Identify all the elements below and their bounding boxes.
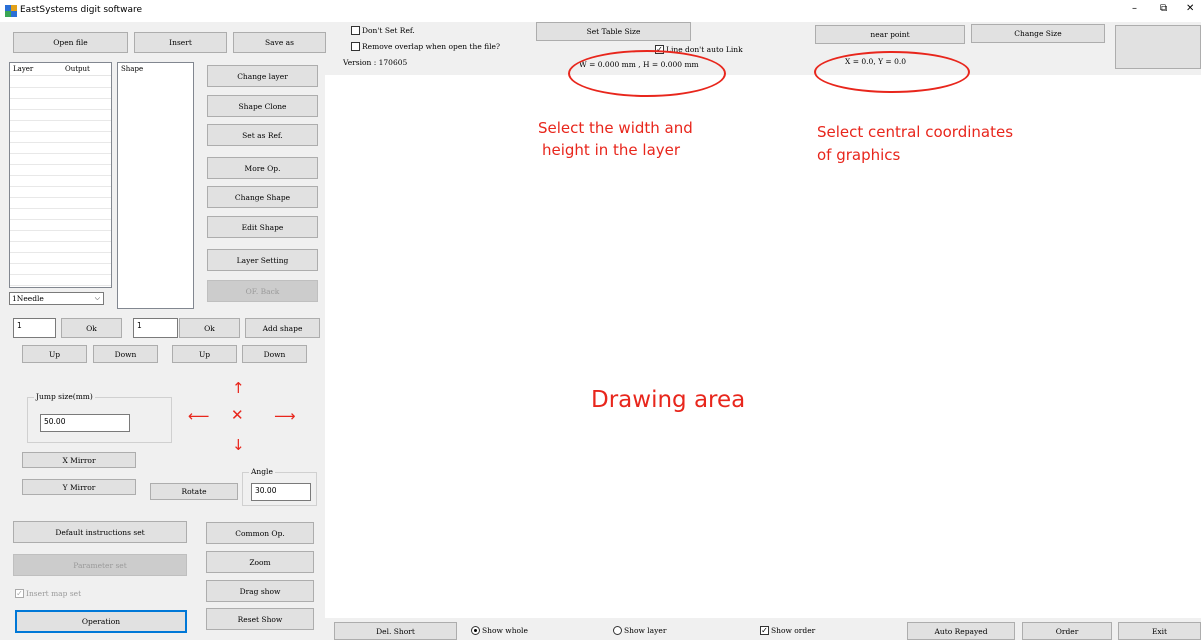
dont-set-ref-label: Don't Set Ref. <box>362 26 415 35</box>
set-as-ref-button[interactable]: Set as Ref. <box>207 124 318 146</box>
del-short-button[interactable]: Del. Short <box>334 622 457 640</box>
insert-map-set-checkbox[interactable]: ✓ Insert map set <box>15 589 81 598</box>
y-mirror-button[interactable]: Y Mirror <box>22 479 136 495</box>
app-logo-icon <box>5 5 17 17</box>
version-label: Version : 170605 <box>343 58 408 67</box>
dont-set-ref-checkbox[interactable]: Don't Set Ref. <box>351 26 415 35</box>
xy-highlight-ellipse <box>814 51 970 93</box>
width-height-annotation-line1: Select the width and <box>538 119 693 137</box>
layer-index-input[interactable]: 1 <box>13 318 56 338</box>
shape-ok-button[interactable]: Ok <box>179 318 240 338</box>
drawing-area-annotation: Drawing area <box>591 387 746 413</box>
shape-clone-button[interactable]: Shape Clone <box>207 95 318 117</box>
layer-list-rows <box>10 77 111 287</box>
parameter-set-button[interactable]: Parameter set <box>13 554 187 576</box>
zoom-button[interactable]: Zoom <box>206 551 314 573</box>
change-layer-button[interactable]: Change layer <box>207 65 318 87</box>
show-whole-label: Show whole <box>482 626 528 635</box>
wh-highlight-ellipse <box>568 50 726 97</box>
change-shape-button[interactable]: Change Shape <box>207 186 318 208</box>
shape-up-button[interactable]: Up <box>172 345 237 363</box>
x-mirror-button[interactable]: X Mirror <box>22 452 136 468</box>
center-x-icon[interactable]: ✕ <box>231 408 244 423</box>
remove-overlap-checkbox[interactable]: Remove overlap when open the file? <box>351 42 500 51</box>
chevron-down-icon: ⌵ <box>94 294 100 302</box>
width-height-annotation-line2: height in the layer <box>542 141 681 159</box>
reset-show-button[interactable]: Reset Show <box>206 608 314 630</box>
default-instructions-button[interactable]: Default instructions set <box>13 521 187 543</box>
central-annotation-line2: of graphics <box>817 146 901 164</box>
rotate-button[interactable]: Rotate <box>150 483 238 500</box>
layer-ok-button[interactable]: Ok <box>61 318 122 338</box>
of-back-button[interactable]: OF. Back <box>207 280 318 302</box>
change-size-button[interactable]: Change Size <box>971 24 1105 43</box>
shape-index-input[interactable]: 1 <box>133 318 178 338</box>
close-icon[interactable]: ✕ <box>1186 3 1194 14</box>
auto-repaved-button[interactable]: Auto Repayed <box>907 622 1015 640</box>
minimize-icon[interactable]: – <box>1132 3 1137 14</box>
title-bar: EastSystems digit software – ⧉ ✕ <box>0 0 1201 22</box>
show-order-checkbox[interactable]: ✓ Show order <box>760 626 815 635</box>
check-icon: ✓ <box>15 588 24 598</box>
restore-icon[interactable]: ⧉ <box>1160 3 1167 14</box>
arrow-right-icon[interactable]: ⟶ <box>274 409 296 424</box>
more-op-button[interactable]: More Op. <box>207 157 318 179</box>
arrow-left-icon[interactable]: ⟵ <box>188 409 210 424</box>
add-shape-button[interactable]: Add shape <box>245 318 320 338</box>
drawing-canvas[interactable] <box>325 75 1201 618</box>
output-column-header[interactable]: Output <box>62 63 93 75</box>
insert-map-set-label: Insert map set <box>26 589 82 598</box>
show-order-label: Show order <box>771 626 816 635</box>
arrow-up-icon[interactable]: ↑ <box>232 381 245 396</box>
set-table-size-button[interactable]: Set Table Size <box>536 22 691 41</box>
drag-show-button[interactable]: Drag show <box>206 580 314 602</box>
angle-label: Angle <box>249 467 275 476</box>
window-title: EastSystems digit software <box>20 5 142 15</box>
operation-button[interactable]: Operation <box>15 610 187 633</box>
layer-down-button[interactable]: Down <box>93 345 158 363</box>
shape-column-header[interactable]: Shape <box>118 63 146 76</box>
layer-up-button[interactable]: Up <box>22 345 87 363</box>
layer-list[interactable]: Layer Output <box>9 62 112 288</box>
edit-shape-button[interactable]: Edit Shape <box>207 216 318 238</box>
show-layer-radio[interactable]: Show layer <box>613 626 666 635</box>
remove-overlap-label: Remove overlap when open the file? <box>362 42 501 51</box>
show-whole-radio[interactable]: Show whole <box>471 626 528 635</box>
central-annotation-line1: Select central coordinates <box>817 123 1014 141</box>
blank-button[interactable] <box>1115 25 1201 69</box>
needle-select[interactable]: 1Needle ⌵ <box>9 292 104 305</box>
check-icon: ✓ <box>760 625 769 635</box>
show-layer-label: Show layer <box>624 626 667 635</box>
shape-list[interactable]: Shape <box>117 62 194 309</box>
near-point-button[interactable]: near point <box>815 25 965 44</box>
layer-column-header[interactable]: Layer <box>10 63 62 75</box>
order-button[interactable]: Order <box>1022 622 1112 640</box>
layer-setting-button[interactable]: Layer Setting <box>207 249 318 271</box>
open-file-button[interactable]: Open file <box>13 32 128 53</box>
insert-button[interactable]: Insert <box>134 32 227 53</box>
common-op-button[interactable]: Common Op. <box>206 522 314 544</box>
jump-size-input[interactable]: 50.00 <box>40 414 130 432</box>
arrow-down-icon[interactable]: ↓ <box>232 438 245 453</box>
shape-down-button[interactable]: Down <box>242 345 307 363</box>
save-as-button[interactable]: Save as <box>233 32 326 53</box>
needle-select-value: 1Needle <box>12 294 44 303</box>
jump-size-label: Jump size(mm) <box>34 392 95 401</box>
angle-input[interactable]: 30.00 <box>251 483 311 501</box>
exit-button[interactable]: Exit <box>1118 622 1201 640</box>
